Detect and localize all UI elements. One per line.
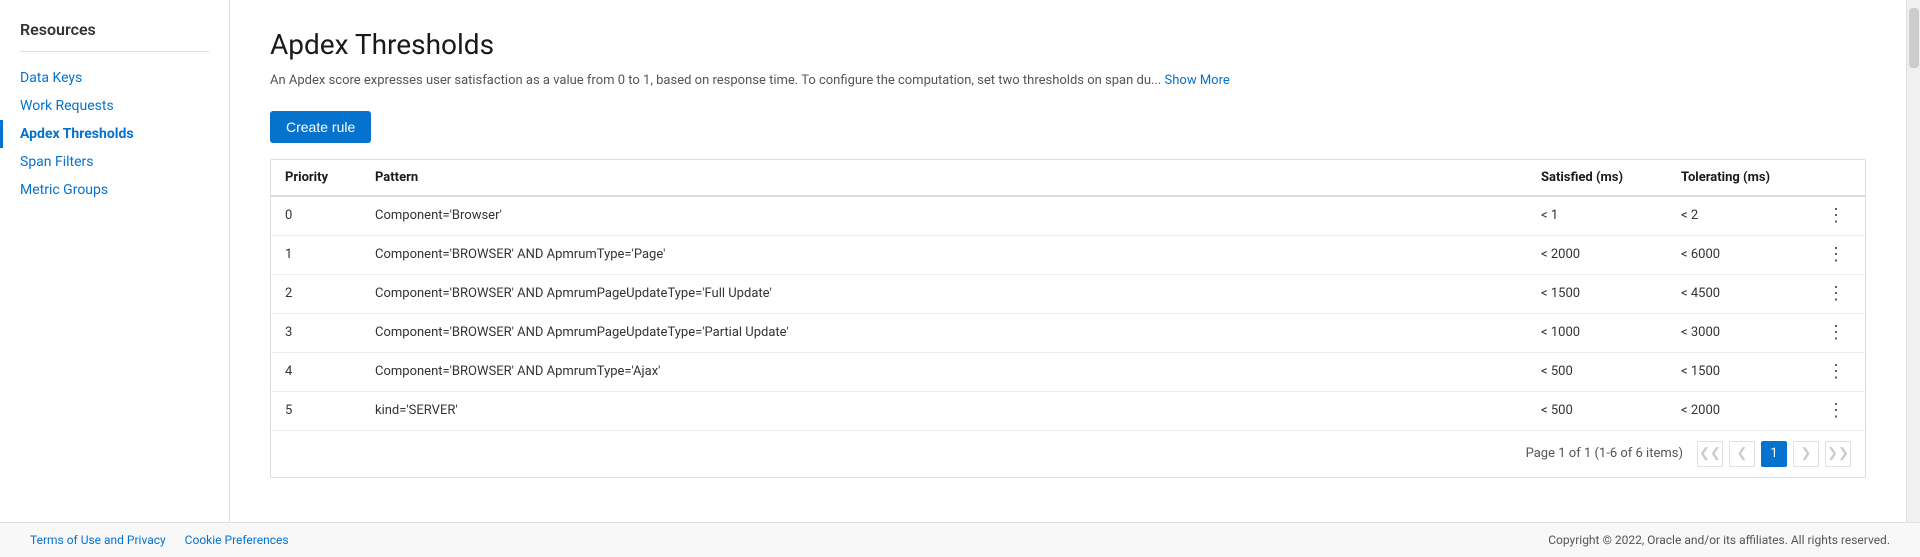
row-action-menu[interactable]: ⋮ — [1821, 281, 1851, 306]
cell-pattern: Component='BROWSER' AND ApmrumPageUpdate… — [361, 313, 1527, 352]
cell-priority: 4 — [271, 352, 361, 391]
cell-actions: ⋮ — [1807, 352, 1865, 391]
cell-priority: 0 — [271, 196, 361, 236]
row-action-menu[interactable]: ⋮ — [1821, 242, 1851, 267]
col-header-tolerating: Tolerating (ms) — [1667, 160, 1807, 196]
pagination-row: Page 1 of 1 (1-6 of 6 items) ❮❮ ❮ 1 ❯ ❯❯ — [271, 430, 1865, 477]
cell-satisfied: < 2000 — [1527, 235, 1667, 274]
description-text: An Apdex score expresses user satisfacti… — [270, 73, 1161, 88]
sidebar: Resources Data KeysWork RequestsApdex Th… — [0, 0, 230, 522]
cookie-link[interactable]: Cookie Preferences — [185, 533, 289, 547]
row-action-menu[interactable]: ⋮ — [1821, 398, 1851, 423]
cell-actions: ⋮ — [1807, 391, 1865, 430]
pagination-info: Page 1 of 1 (1-6 of 6 items) — [1526, 446, 1683, 461]
col-header-satisfied: Satisfied (ms) — [1527, 160, 1667, 196]
cell-actions: ⋮ — [1807, 313, 1865, 352]
cell-tolerating: < 1500 — [1667, 352, 1807, 391]
sidebar-title: Resources — [0, 20, 229, 51]
table-row: 1 Component='BROWSER' AND ApmrumType='Pa… — [271, 235, 1865, 274]
table-row: 0 Component='Browser' < 1 < 2 ⋮ — [271, 196, 1865, 236]
terms-link[interactable]: Terms of Use and Privacy — [30, 533, 166, 547]
cell-tolerating: < 3000 — [1667, 313, 1807, 352]
total-pages: 1 — [1584, 446, 1595, 461]
create-rule-button[interactable]: Create rule — [270, 111, 371, 143]
cell-actions: ⋮ — [1807, 196, 1865, 236]
cell-satisfied: < 500 — [1527, 352, 1667, 391]
of-label: of — [1569, 446, 1581, 461]
pagination-page-btn[interactable]: 1 — [1761, 441, 1787, 467]
cell-satisfied: < 1500 — [1527, 274, 1667, 313]
sidebar-item-metric-groups[interactable]: Metric Groups — [0, 176, 229, 204]
cell-tolerating: < 6000 — [1667, 235, 1807, 274]
col-header-pattern: Pattern — [361, 160, 1527, 196]
row-action-menu[interactable]: ⋮ — [1821, 359, 1851, 384]
cell-pattern: Component='BROWSER' AND ApmrumType='Ajax… — [361, 352, 1527, 391]
sidebar-item-span-filters[interactable]: Span Filters — [0, 148, 229, 176]
cell-pattern: kind='SERVER' — [361, 391, 1527, 430]
pagination-last-btn[interactable]: ❯❯ — [1825, 441, 1851, 467]
cell-satisfied: < 1000 — [1527, 313, 1667, 352]
row-action-menu[interactable]: ⋮ — [1821, 320, 1851, 345]
pagination-next-btn[interactable]: ❯ — [1793, 441, 1819, 467]
cell-priority: 1 — [271, 235, 361, 274]
page-label: Page — [1526, 446, 1555, 461]
footer: Terms of Use and Privacy Cookie Preferen… — [0, 522, 1920, 557]
sidebar-item-data-keys[interactable]: Data Keys — [0, 64, 229, 92]
cell-pattern: Component='BROWSER' AND ApmrumPageUpdate… — [361, 274, 1527, 313]
items-info: (1-6 of 6 items) — [1594, 446, 1683, 461]
cell-actions: ⋮ — [1807, 235, 1865, 274]
col-header-actions — [1807, 160, 1865, 196]
table-row: 5 kind='SERVER' < 500 < 2000 ⋮ — [271, 391, 1865, 430]
footer-links: Terms of Use and Privacy Cookie Preferen… — [30, 533, 305, 547]
pagination-prev-btn[interactable]: ❮ — [1729, 441, 1755, 467]
sidebar-divider — [20, 51, 209, 52]
cell-tolerating: < 4500 — [1667, 274, 1807, 313]
scrollbar-track[interactable] — [1906, 0, 1920, 522]
cell-satisfied: < 500 — [1527, 391, 1667, 430]
cell-pattern: Component='BROWSER' AND ApmrumType='Page… — [361, 235, 1527, 274]
cell-tolerating: < 2000 — [1667, 391, 1807, 430]
table-header-row: Priority Pattern Satisfied (ms) Tolerati… — [271, 160, 1865, 196]
col-header-priority: Priority — [271, 160, 361, 196]
cell-priority: 5 — [271, 391, 361, 430]
table-row: 4 Component='BROWSER' AND ApmrumType='Aj… — [271, 352, 1865, 391]
cell-priority: 3 — [271, 313, 361, 352]
sidebar-item-work-requests[interactable]: Work Requests — [0, 92, 229, 120]
pagination-first-btn[interactable]: ❮❮ — [1697, 441, 1723, 467]
sidebar-item-apdex-thresholds[interactable]: Apdex Thresholds — [0, 120, 229, 148]
cell-tolerating: < 2 — [1667, 196, 1807, 236]
show-more-link[interactable]: Show More — [1165, 73, 1230, 88]
table-row: 2 Component='BROWSER' AND ApmrumPageUpda… — [271, 274, 1865, 313]
row-action-menu[interactable]: ⋮ — [1821, 203, 1851, 228]
cell-priority: 2 — [271, 274, 361, 313]
scrollbar-thumb[interactable] — [1909, 8, 1919, 68]
table-row: 3 Component='BROWSER' AND ApmrumPageUpda… — [271, 313, 1865, 352]
cell-satisfied: < 1 — [1527, 196, 1667, 236]
main-content: Apdex Thresholds An Apdex score expresse… — [230, 0, 1906, 522]
page-title: Apdex Thresholds — [270, 28, 1866, 61]
apdex-table: Priority Pattern Satisfied (ms) Tolerati… — [271, 160, 1865, 430]
page-num: 1 — [1558, 446, 1569, 461]
page-description: An Apdex score expresses user satisfacti… — [270, 71, 1866, 91]
cell-pattern: Component='Browser' — [361, 196, 1527, 236]
copyright: Copyright © 2022, Oracle and/or its affi… — [1548, 533, 1890, 547]
apdex-table-container: Priority Pattern Satisfied (ms) Tolerati… — [270, 159, 1866, 478]
cell-actions: ⋮ — [1807, 274, 1865, 313]
